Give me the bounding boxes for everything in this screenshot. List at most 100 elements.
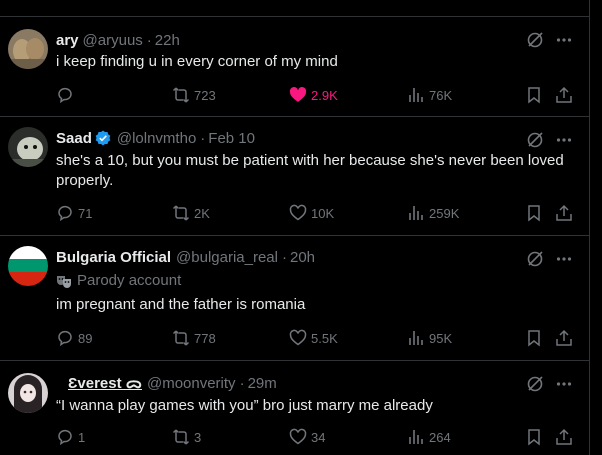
more-options-icon[interactable] bbox=[556, 32, 572, 48]
like-button[interactable]: 2.9K bbox=[289, 86, 338, 104]
heart-filled-icon bbox=[289, 87, 307, 102]
timestamp[interactable]: 22h bbox=[155, 32, 180, 49]
views-icon bbox=[409, 430, 423, 444]
tweet-header: Saad @lolnvmtho · Feb 10 bbox=[56, 128, 255, 148]
separator: · bbox=[281, 248, 287, 266]
heart-icon bbox=[289, 329, 307, 346]
retweet-count: 3 bbox=[194, 429, 202, 445]
retweet-icon bbox=[288, 0, 302, 2]
user-handle[interactable]: @aryuus bbox=[83, 32, 143, 49]
like-button[interactable]: 34 bbox=[289, 428, 325, 446]
views-button[interactable]: 259K bbox=[407, 204, 459, 222]
grok-icon[interactable] bbox=[526, 31, 544, 49]
tweet[interactable]: Saad @lolnvmtho · Feb 10 she's a 10, but… bbox=[0, 117, 590, 236]
previous-tweet-actions-stub bbox=[0, 0, 590, 17]
share-icon[interactable] bbox=[555, 86, 573, 104]
tweet[interactable]: Ɛverest ᯅ @moonverity · 29m “I wanna pla… bbox=[0, 361, 590, 455]
retweet-icon bbox=[172, 429, 190, 445]
heart-icon bbox=[289, 204, 307, 221]
reply-icon bbox=[58, 330, 72, 347]
scrollbar[interactable] bbox=[590, 0, 602, 455]
tweet[interactable]: ary @aryuus · 22h i keep finding u in ev… bbox=[0, 17, 590, 117]
display-name[interactable]: Bulgaria Official bbox=[56, 249, 171, 266]
avatar[interactable] bbox=[8, 373, 48, 413]
bookmark-icon[interactable] bbox=[525, 329, 543, 347]
user-handle[interactable]: @bulgaria_real bbox=[176, 249, 278, 266]
views-button[interactable]: 76K bbox=[407, 86, 452, 104]
view-count: 95K bbox=[429, 330, 453, 346]
tweet-actions: 71 2K 10K 259K bbox=[56, 204, 580, 224]
share-icon[interactable] bbox=[555, 204, 573, 222]
bookmark-icon[interactable] bbox=[525, 86, 543, 104]
tweet-top-actions bbox=[526, 31, 572, 49]
timestamp[interactable]: 20h bbox=[290, 249, 315, 266]
share-icon bbox=[557, 0, 571, 2]
tweet-top-actions bbox=[526, 375, 572, 393]
timestamp[interactable]: Feb 10 bbox=[208, 130, 255, 147]
retweet-button[interactable]: 2K bbox=[172, 204, 210, 222]
user-handle[interactable]: @lolnvmtho bbox=[117, 130, 196, 147]
parody-text: Parody account bbox=[77, 272, 182, 289]
retweet-icon bbox=[172, 205, 190, 221]
view-count: 264 bbox=[429, 429, 451, 445]
reply-button[interactable]: 1 bbox=[56, 428, 85, 446]
avatar[interactable] bbox=[8, 29, 48, 69]
user-handle[interactable]: @moonverity bbox=[147, 375, 236, 392]
reply-count: 1 bbox=[78, 429, 86, 445]
tweet[interactable]: Bulgaria Official @bulgaria_real · 20h P… bbox=[0, 236, 590, 361]
tweet-header: Bulgaria Official @bulgaria_real · 20h bbox=[56, 247, 315, 267]
grok-icon[interactable] bbox=[526, 375, 544, 393]
grok-icon[interactable] bbox=[526, 131, 544, 149]
views-button[interactable]: 95K bbox=[407, 329, 452, 347]
share-icon[interactable] bbox=[555, 428, 573, 446]
verified-badge-icon[interactable] bbox=[95, 130, 111, 146]
separator: · bbox=[146, 31, 152, 49]
display-name[interactable]: ary bbox=[56, 32, 79, 49]
view-count: 259K bbox=[429, 205, 460, 221]
bookmark-icon[interactable] bbox=[525, 428, 543, 446]
timeline-feed: ary @aryuus · 22h i keep finding u in ev… bbox=[0, 0, 590, 455]
retweet-icon bbox=[172, 330, 190, 346]
like-count: 34 bbox=[311, 429, 326, 445]
tweet-text: i keep finding u in every corner of my m… bbox=[56, 53, 338, 70]
like-count: 5.5K bbox=[311, 330, 338, 346]
like-count: 10K bbox=[311, 205, 335, 221]
retweet-button[interactable]: 723 bbox=[172, 86, 216, 104]
views-button[interactable]: 264 bbox=[407, 428, 451, 446]
display-name[interactable]: Ɛverest ᯅ bbox=[68, 373, 142, 393]
reply-count: 71 bbox=[78, 205, 93, 221]
share-icon[interactable] bbox=[555, 329, 573, 347]
avatar[interactable] bbox=[8, 127, 48, 167]
display-name[interactable]: Saad bbox=[56, 130, 92, 147]
reply-button[interactable]: 71 bbox=[56, 204, 92, 222]
bookmark-icon[interactable] bbox=[525, 204, 543, 222]
reply-button[interactable] bbox=[56, 86, 78, 104]
retweet-button[interactable]: 778 bbox=[172, 329, 216, 347]
retweet-button[interactable]: 3 bbox=[172, 428, 201, 446]
more-options-icon[interactable] bbox=[556, 251, 572, 267]
parody-label: Parody account bbox=[56, 272, 181, 289]
like-button[interactable]: 5.5K bbox=[289, 329, 338, 347]
tweet-text: im pregnant and the father is romania bbox=[56, 296, 306, 313]
separator: · bbox=[200, 129, 206, 147]
more-options-icon[interactable] bbox=[556, 132, 572, 148]
reply-button[interactable]: 89 bbox=[56, 329, 92, 347]
theater-masks-icon bbox=[57, 275, 71, 288]
reply-icon bbox=[58, 87, 72, 104]
view-count: 76K bbox=[429, 87, 453, 103]
views-icon bbox=[409, 88, 423, 102]
grok-icon[interactable] bbox=[526, 250, 544, 268]
tweet-header: ary @aryuus · 22h bbox=[56, 30, 180, 50]
tweet-header: Ɛverest ᯅ @moonverity · 29m bbox=[68, 373, 277, 393]
views-icon bbox=[409, 331, 423, 345]
like-button[interactable]: 10K bbox=[289, 204, 334, 222]
tweet-text: “I wanna play games with you” bro just m… bbox=[56, 397, 433, 414]
avatar[interactable] bbox=[8, 246, 48, 286]
tweet-actions: 1 3 34 264 bbox=[56, 428, 580, 448]
retweet-count: 723 bbox=[194, 87, 216, 103]
timestamp[interactable]: 29m bbox=[248, 375, 277, 392]
more-options-icon[interactable] bbox=[556, 376, 572, 392]
heart-icon bbox=[289, 428, 307, 445]
bookmark-icon bbox=[531, 0, 541, 2]
tweet-top-actions bbox=[526, 250, 572, 268]
